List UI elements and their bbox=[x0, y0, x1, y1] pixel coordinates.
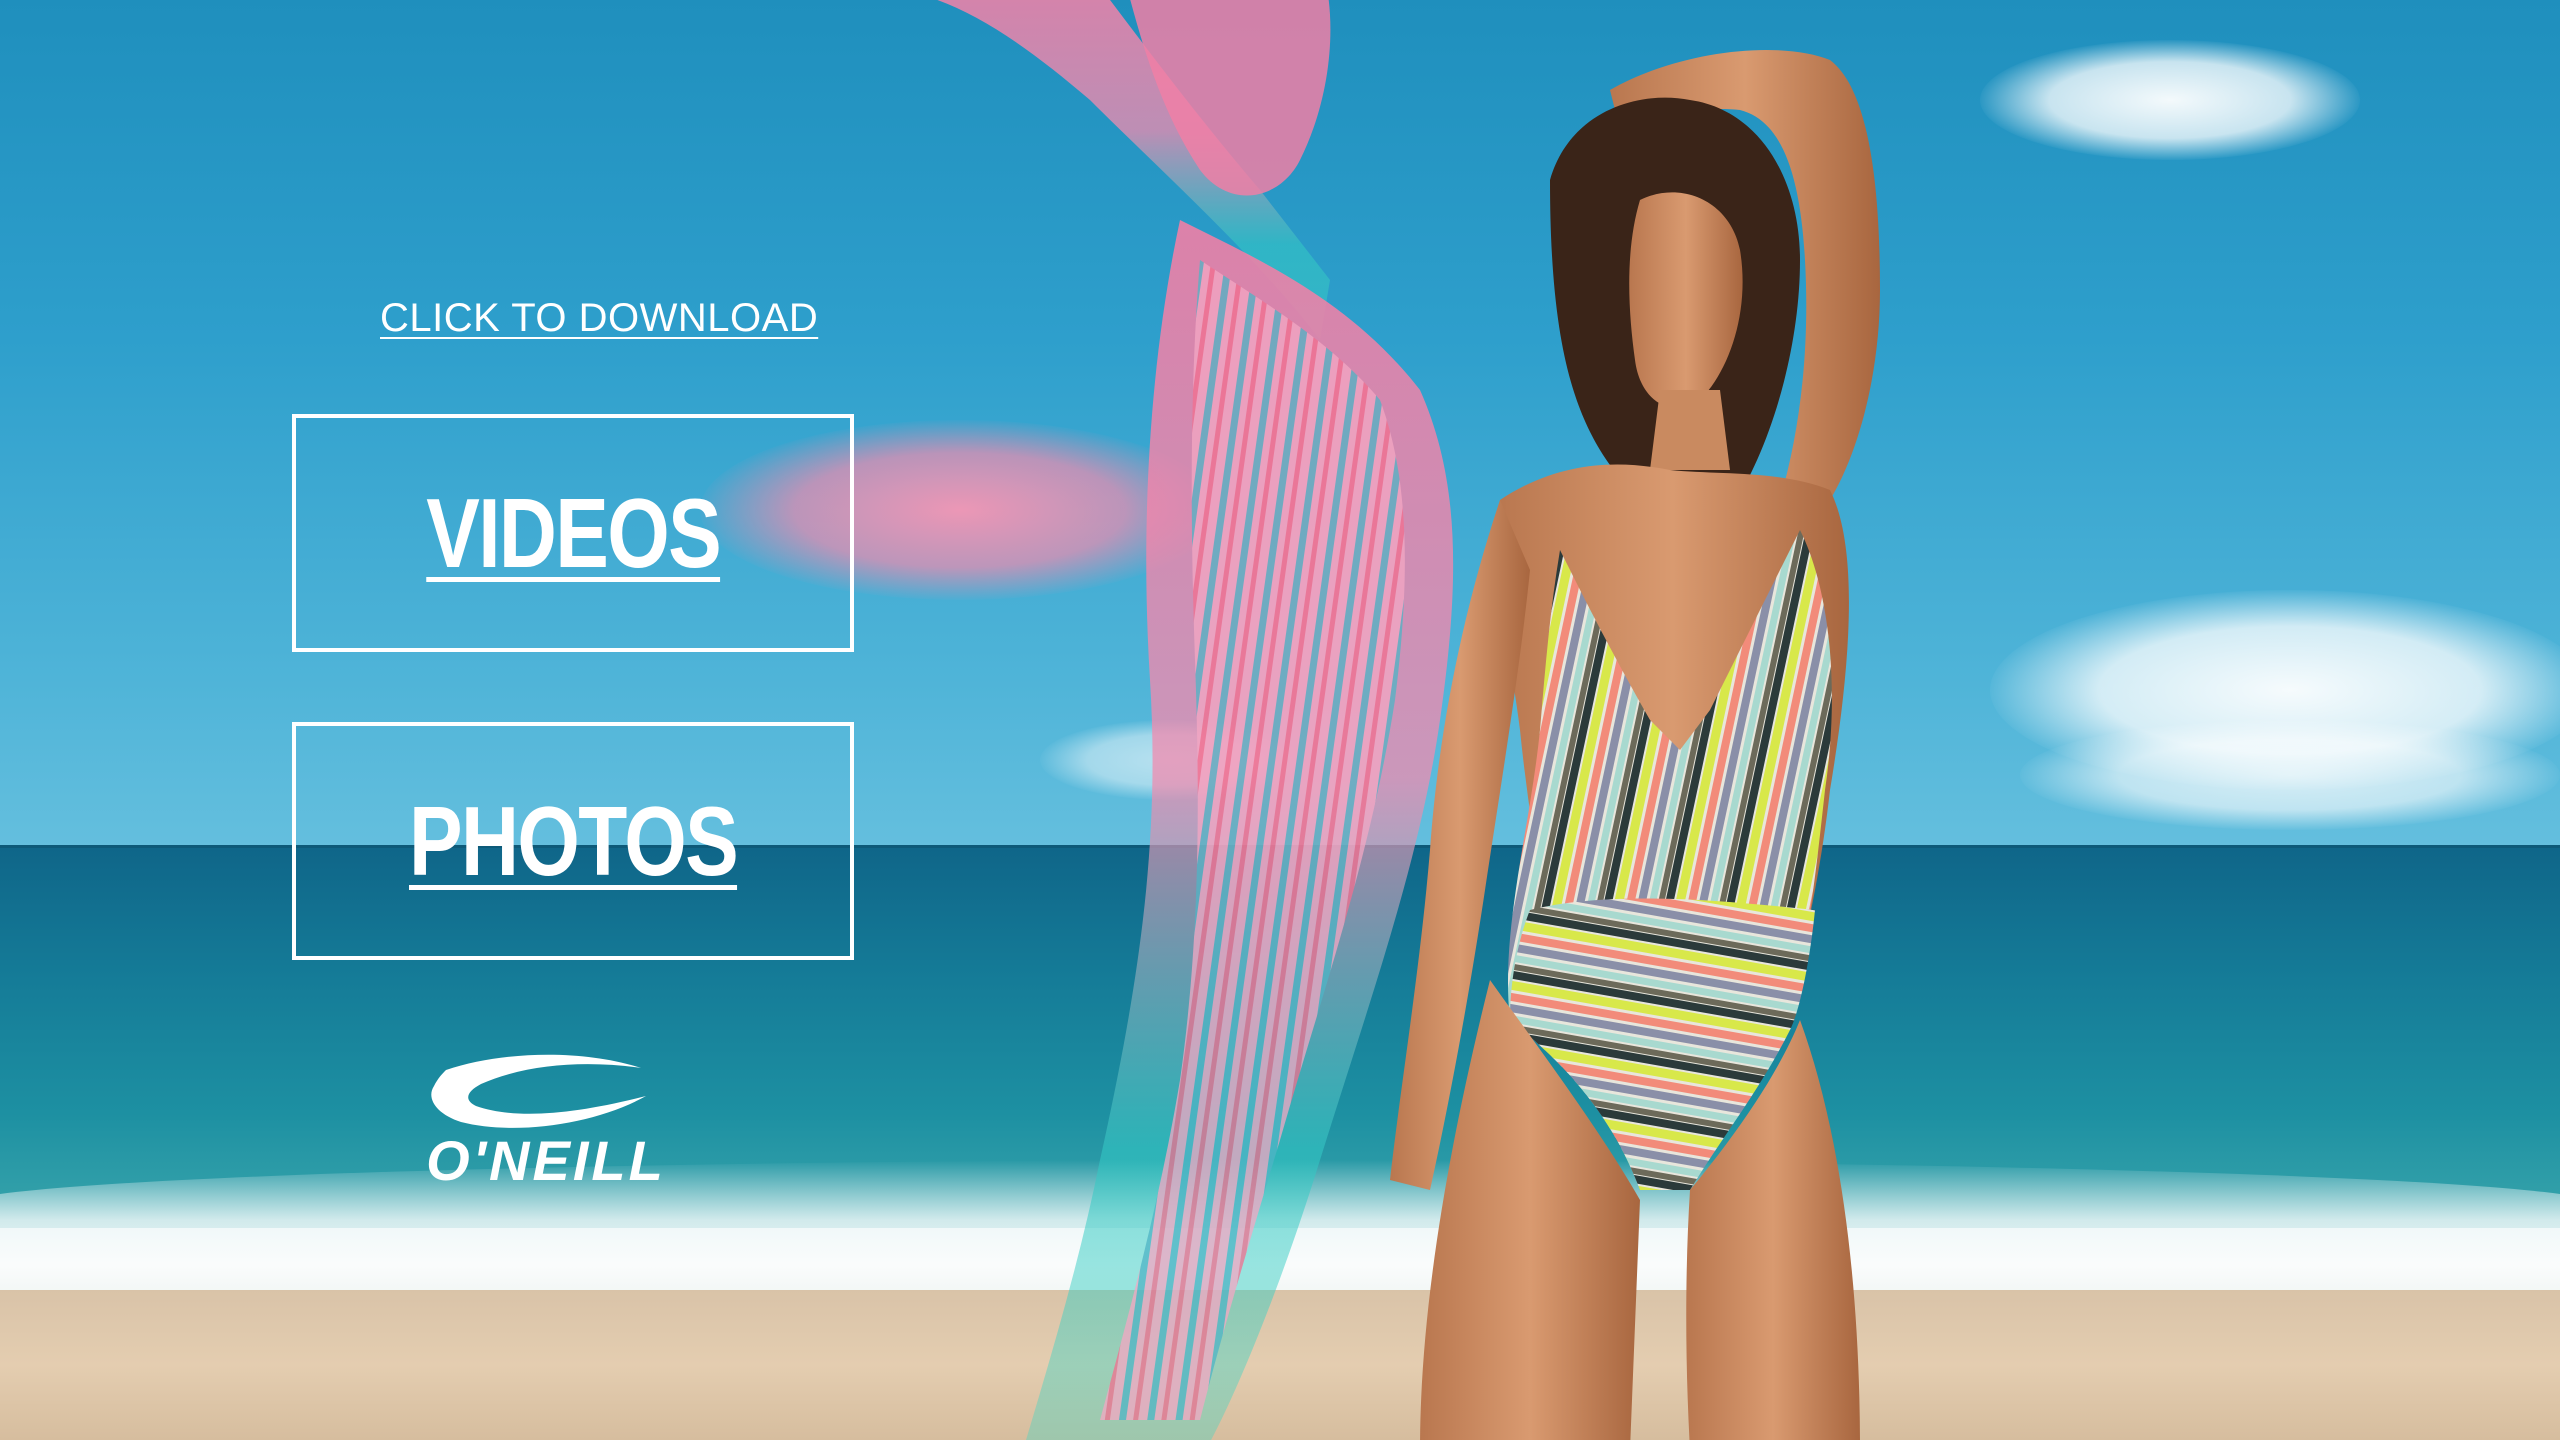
click-to-download-link[interactable]: CLICK TO DOWNLOAD bbox=[380, 296, 818, 341]
model-figure bbox=[1390, 50, 1880, 1440]
videos-button[interactable]: VIDEOS bbox=[292, 414, 854, 652]
photos-button-label: PHOTOS bbox=[408, 785, 739, 896]
wave-logo-icon bbox=[431, 1054, 646, 1128]
videos-button-label: VIDEOS bbox=[426, 477, 721, 588]
photos-button[interactable]: PHOTOS bbox=[292, 722, 854, 960]
oneill-logo: O'NEILL bbox=[426, 1054, 666, 1190]
hero-stage: CLICK TO DOWNLOAD VIDEOS PHOTOS O'NEILL bbox=[0, 0, 2560, 1440]
oneill-logo-text: O'NEILL bbox=[426, 1129, 666, 1190]
cloud-horizon-right bbox=[2020, 720, 2560, 830]
